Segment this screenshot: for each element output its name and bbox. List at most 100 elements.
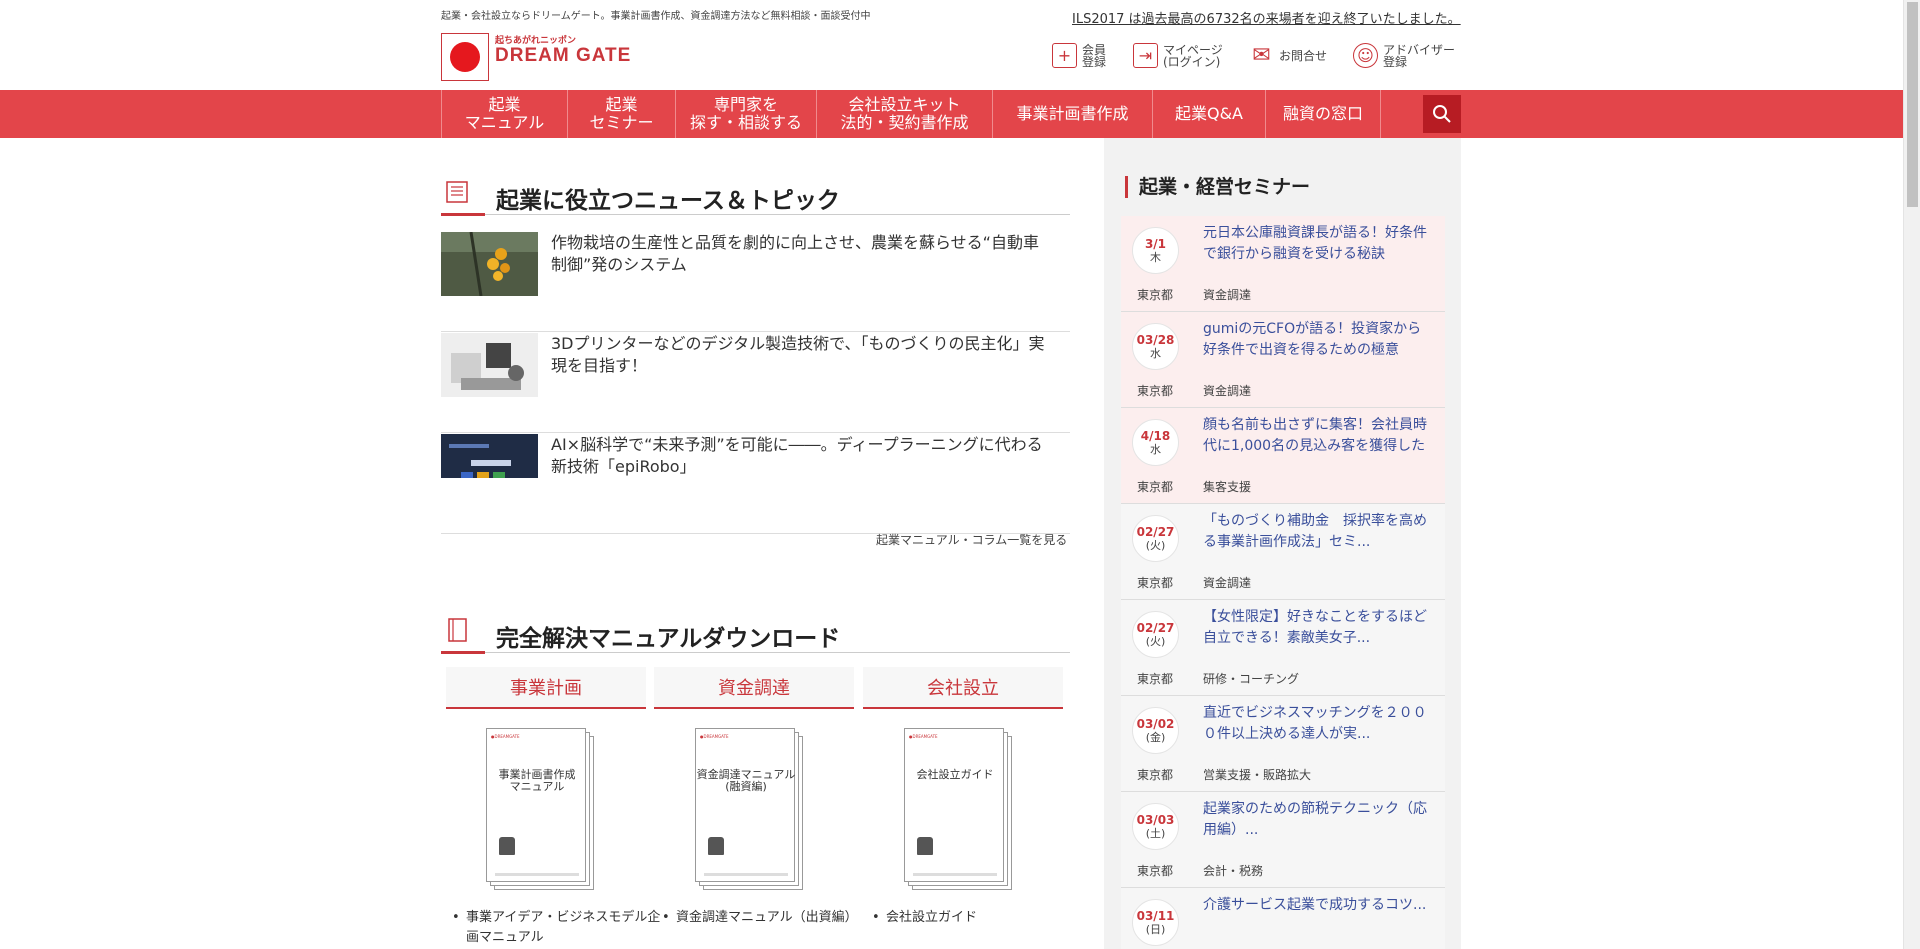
nav-startup-manual[interactable]: 起業 マニュアル <box>441 90 567 138</box>
seminar-category: 集客支援 <box>1203 480 1252 494</box>
author-photo <box>917 837 933 855</box>
nav-startup-seminar[interactable]: 起業 セミナー <box>567 90 675 138</box>
seminar-weekday: 水 <box>1150 443 1161 456</box>
seminar-title[interactable]: 起業家のための節税テクニック（応用編）... <box>1203 799 1435 841</box>
seminar-item[interactable]: 02/27 (火) 【女性限定】好きなことをするほど自立できる！素敵美女子... … <box>1121 600 1445 696</box>
seminar-date-badge: 4/18 水 <box>1132 419 1179 466</box>
booklet-business-plan[interactable]: ●DREAMGATE 事業計画書作成 マニュアル <box>486 728 594 890</box>
seminar-date: 02/27 <box>1136 621 1175 635</box>
announcement-link[interactable]: ILS2017 は過去最高の6732名の来場者を迎え終了いたしました。 <box>1072 8 1461 27</box>
seminar-title[interactable]: gumiの元CFOが語る！投資家から好条件で出資を得るための極意 <box>1203 319 1435 361</box>
contact-link[interactable]: ✉ お問合せ <box>1249 43 1327 68</box>
seminar-weekday: 木 <box>1150 251 1161 264</box>
author-photo <box>708 837 724 855</box>
news-section-title: 起業に役立つニュース＆トピック <box>496 188 840 214</box>
news-more-link[interactable]: 起業マニュアル・コラム一覧を見る <box>876 531 1067 548</box>
downloads-section-header: 完全解決マニュアルダウンロード <box>441 613 1070 654</box>
booklet-logo-icon: ●DREAMGATE <box>909 734 938 739</box>
seminar-title[interactable]: 顔も名前も出さずに集客！会社員時代に1,000名の見込み客を獲得した <box>1203 415 1435 457</box>
scrollbar-thumb[interactable] <box>1907 2 1918 207</box>
register-link[interactable]: + 会員 登録 <box>1052 43 1106 68</box>
newspaper-icon <box>446 181 468 203</box>
seminar-category: 研修・コーチング <box>1203 672 1300 686</box>
main-nav: 起業 マニュアル 起業 セミナー 専門家を 探す・相談する 会社設立キット 法的… <box>0 90 1903 138</box>
seminar-location: 東京都 <box>1137 576 1174 590</box>
seminar-date: 3/1 <box>1144 237 1167 251</box>
seminar-item[interactable]: 4/18 水 顔も名前も出さずに集客！会社員時代に1,000名の見込み客を獲得した… <box>1121 408 1445 504</box>
seminar-section-title: 起業・経営セミナー <box>1125 176 1310 198</box>
tab-company-setup[interactable]: 会社設立 <box>863 667 1063 709</box>
seminar-category: 資金調達 <box>1203 384 1252 398</box>
seminar-weekday: (日) <box>1145 923 1166 936</box>
news-thumbnail <box>441 434 538 498</box>
seminar-item[interactable]: 02/27 (火) 「ものづくり補助金 採択率を高める事業計画作成法」セミ... … <box>1121 504 1445 600</box>
seminar-weekday: 水 <box>1150 347 1161 360</box>
news-title[interactable]: AI×脳科学で“未来予測”を可能に――。ディープラーニングに代わる新技術「epi… <box>551 434 1051 478</box>
seminar-weekday: (火) <box>1145 539 1166 552</box>
seminar-date-badge: 03/28 水 <box>1132 323 1179 370</box>
seminar-item[interactable]: 03/28 水 gumiの元CFOが語る！投資家から好条件で出資を得るための極意 … <box>1121 312 1445 408</box>
book-icon <box>448 618 467 642</box>
seminar-date-badge: 03/11 (日) <box>1132 899 1179 946</box>
seminar-item[interactable]: 3/1 木 元日本公庫融資課長が語る！好条件で銀行から融資を受ける秘訣 東京都 資… <box>1121 216 1445 312</box>
seminar-title[interactable]: 「ものづくり補助金 採択率を高める事業計画作成法」セミ... <box>1203 511 1435 553</box>
seminar-date-badge: 3/1 木 <box>1132 227 1179 274</box>
register-label: 会員 登録 <box>1082 42 1107 69</box>
seminar-weekday: (金) <box>1145 731 1166 744</box>
seminar-title[interactable]: 【女性限定】好きなことをするほど自立できる！素敵美女子... <box>1203 607 1435 649</box>
seminar-title[interactable]: 直近でビジネスマッチングを２０００件以上決める達人が実... <box>1203 703 1435 745</box>
news-item[interactable]: 3Dプリンターなどのデジタル製造技術で、「ものづくりの民主化」実現を目指す！ <box>441 333 1070 433</box>
seminar-date: 03/11 <box>1136 909 1175 923</box>
download-list-item[interactable]: 会社設立ガイド <box>872 908 1072 928</box>
seminar-location: 東京都 <box>1137 384 1174 398</box>
news-item[interactable]: 作物栽培の生産性と品質を劇的に向上させ、農業を蘇らせる“自動車制御”発のシステム <box>441 232 1070 332</box>
seminar-item[interactable]: 03/11 (日) 介護サービス起業で成功するコツ... <box>1121 888 1445 949</box>
seminar-category: 資金調達 <box>1203 288 1252 302</box>
seminar-date: 03/02 <box>1136 717 1175 731</box>
logo-mark[interactable] <box>441 33 489 81</box>
login-arrow-icon: ⇥ <box>1133 43 1158 68</box>
news-item[interactable]: AI×脳科学で“未来予測”を可能に――。ディープラーニングに代わる新技術「epi… <box>441 434 1070 534</box>
author-photo <box>499 837 515 855</box>
booklet-company-setup[interactable]: ●DREAMGATE 会社設立ガイド <box>904 728 1012 890</box>
page-scrollbar[interactable] <box>1903 0 1920 949</box>
nav-find-expert[interactable]: 専門家を 探す・相談する <box>675 90 816 138</box>
news-title[interactable]: 3Dプリンターなどのデジタル製造技術で、「ものづくりの民主化」実現を目指す！ <box>551 333 1051 377</box>
booklet-title: 資金調達マニュアル (融資編) <box>696 768 796 793</box>
news-thumbnail <box>441 333 538 397</box>
tab-business-plan[interactable]: 事業計画 <box>446 667 646 709</box>
advisor-icon: ☺ <box>1353 43 1378 68</box>
booklet-logo-icon: ●DREAMGATE <box>491 734 520 739</box>
download-list-item[interactable]: 事業アイデア・ビジネスモデル企画マニュアル <box>452 908 662 948</box>
seminar-date-badge: 02/27 (火) <box>1132 515 1179 562</box>
booklet-title: 事業計画書作成 マニュアル <box>498 768 576 793</box>
seminar-date-badge: 03/03 (土) <box>1132 803 1179 850</box>
seminar-category: 会計・税務 <box>1203 864 1264 878</box>
mypage-link[interactable]: ⇥ マイページ (ログイン) <box>1133 43 1223 68</box>
advisor-link[interactable]: ☺ アドバイザー 登録 <box>1353 43 1455 68</box>
seminar-title[interactable]: 元日本公庫融資課長が語る！好条件で銀行から融資を受ける秘訣 <box>1203 223 1435 265</box>
nav-company-kit[interactable]: 会社設立キット 法的・契約書作成 <box>816 90 992 138</box>
logo-text[interactable]: DREAM GATE <box>495 45 631 67</box>
booklet-title: 会社設立ガイド <box>916 768 994 781</box>
downloads-section-title: 完全解決マニュアルダウンロード <box>496 626 841 652</box>
download-list-item[interactable]: 資金調達マニュアル（出資編） <box>662 908 862 928</box>
seminar-date: 03/28 <box>1136 333 1175 347</box>
nav-loan-window[interactable]: 融資の窓口 <box>1265 90 1381 138</box>
seminar-date: 02/27 <box>1136 525 1175 539</box>
news-title[interactable]: 作物栽培の生産性と品質を劇的に向上させ、農業を蘇らせる“自動車制御”発のシステム <box>551 232 1051 276</box>
seminar-item[interactable]: 03/03 (土) 起業家のための節税テクニック（応用編）... 東京都 会計・税… <box>1121 792 1445 888</box>
seminar-location: 東京都 <box>1137 768 1174 782</box>
seminar-title[interactable]: 介護サービス起業で成功するコツ... <box>1203 895 1435 916</box>
nav-qa[interactable]: 起業Q&A <box>1152 90 1265 138</box>
booklet-logo-icon: ●DREAMGATE <box>700 734 729 739</box>
seminar-date: 4/18 <box>1140 429 1171 443</box>
search-button[interactable] <box>1423 95 1461 133</box>
seminar-item[interactable]: 03/02 (金) 直近でビジネスマッチングを２０００件以上決める達人が実... … <box>1121 696 1445 792</box>
booklet-fundraising[interactable]: ●DREAMGATE 資金調達マニュアル (融資編) <box>695 728 803 890</box>
seminar-category: 資金調達 <box>1203 576 1252 590</box>
mail-icon: ✉ <box>1252 42 1271 68</box>
nav-business-plan[interactable]: 事業計画書作成 <box>992 90 1152 138</box>
tab-fundraising[interactable]: 資金調達 <box>654 667 854 709</box>
download-list-fundraising: 資金調達マニュアル（出資編） <box>662 908 862 928</box>
